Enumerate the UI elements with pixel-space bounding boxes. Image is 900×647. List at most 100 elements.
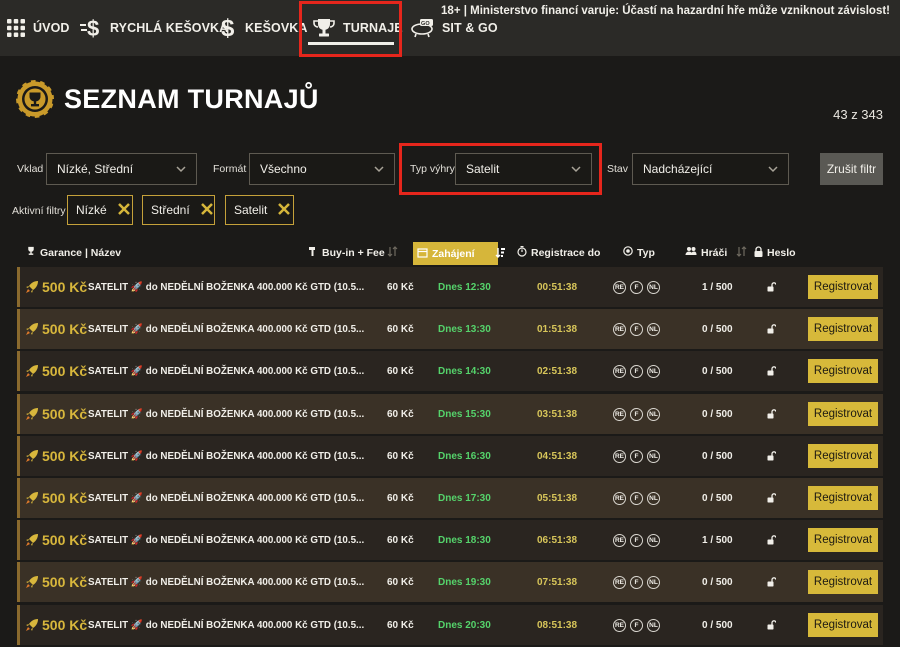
- guarantee-amount: 500 Kč: [42, 279, 88, 295]
- filter-chip-satelit[interactable]: Satelit: [225, 195, 294, 225]
- badge-nl-icon: NL: [647, 491, 660, 505]
- column-header-type[interactable]: Typ: [623, 246, 655, 259]
- guarantee-amount: 500 Kč: [42, 490, 88, 506]
- trophy-icon: [26, 246, 36, 259]
- rocket-icon: [25, 351, 39, 391]
- format-select[interactable]: Všechno: [249, 153, 395, 185]
- register-button[interactable]: Registrovat: [808, 444, 878, 468]
- table-row[interactable]: 500 Kč SATELIT 🚀 do NEDĚLNÍ BOŽENKA 400.…: [17, 478, 883, 518]
- filter-label-state: Stav: [607, 163, 629, 175]
- deposit-select[interactable]: Nízké, Střední: [46, 153, 197, 185]
- buyin-value: 60 Kč: [387, 576, 414, 588]
- column-header-label: Garance | Název: [40, 246, 122, 259]
- tournament-name[interactable]: SATELIT 🚀 do NEDĚLNÍ BOŽENKA 400.000 Kč …: [88, 520, 364, 560]
- badge-re-icon: RE: [613, 407, 626, 421]
- users-icon: [685, 246, 697, 259]
- tournament-name[interactable]: SATELIT 🚀 do NEDĚLNÍ BOŽENKA 400.000 Kč …: [88, 562, 364, 602]
- badge-nl-icon: NL: [647, 618, 660, 632]
- row-accent: [17, 351, 20, 391]
- register-button[interactable]: Registrovat: [808, 486, 878, 510]
- column-header-password[interactable]: Heslo: [754, 246, 796, 260]
- tournament-name[interactable]: SATELIT 🚀 do NEDĚLNÍ BOŽENKA 400.000 Kč …: [88, 309, 364, 349]
- calendar-icon: [417, 247, 428, 261]
- tournament-name[interactable]: SATELIT 🚀 do NEDĚLNÍ BOŽENKA 400.000 Kč …: [88, 436, 364, 476]
- start-time: Dnes 18:30: [438, 534, 491, 546]
- row-accent: [17, 394, 20, 434]
- register-button[interactable]: Registrovat: [808, 402, 878, 426]
- unlock-icon: [767, 394, 776, 434]
- remove-icon[interactable]: [277, 202, 291, 219]
- register-button[interactable]: Registrovat: [808, 613, 878, 637]
- tournament-name[interactable]: SATELIT 🚀 do NEDĚLNÍ BOŽENKA 400.000 Kč …: [88, 267, 364, 307]
- table-row[interactable]: 500 Kč SATELIT 🚀 do NEDĚLNÍ BOŽENKA 400.…: [17, 562, 883, 602]
- clear-filter-button[interactable]: Zrušit filtr: [820, 153, 883, 185]
- column-header-registration[interactable]: Registrace do: [517, 246, 600, 260]
- unlock-icon: [767, 309, 776, 349]
- sort-icon[interactable]: [736, 246, 747, 257]
- nav-item-uvod[interactable]: ÚVOD: [7, 0, 70, 56]
- unlock-icon: [767, 605, 776, 645]
- badge-nl-icon: NL: [647, 322, 660, 336]
- remove-icon[interactable]: [117, 202, 131, 219]
- registration-countdown: 03:51:38: [537, 408, 578, 420]
- nav-label: KEŠOVKA: [245, 21, 308, 35]
- tournament-name[interactable]: SATELIT 🚀 do NEDĚLNÍ BOŽENKA 400.000 Kč …: [88, 478, 364, 518]
- row-accent: [17, 309, 20, 349]
- prize-type-select[interactable]: Satelit: [455, 153, 592, 185]
- players-count: 0 / 500: [702, 576, 733, 588]
- tournament-name[interactable]: SATELIT 🚀 do NEDĚLNÍ BOŽENKA 400.000 Kč …: [88, 351, 364, 391]
- table-row[interactable]: 500 Kč SATELIT 🚀 do NEDĚLNÍ BOŽENKA 400.…: [17, 436, 883, 476]
- badge-f-icon: F: [630, 618, 643, 632]
- column-header-label: Registrace do: [531, 247, 601, 259]
- top-navigation: ÚVOD $ RYCHLÁ KEŠOVKA $ KEŠOVKA TURNAJE …: [0, 0, 900, 56]
- register-button[interactable]: Registrovat: [808, 359, 878, 383]
- fast-dollar-icon: $: [80, 16, 102, 40]
- register-button[interactable]: Registrovat: [808, 275, 878, 299]
- registration-countdown: 08:51:38: [537, 619, 578, 631]
- column-header-buyin[interactable]: Buy-in + Fee: [308, 246, 385, 259]
- table-row[interactable]: 500 Kč SATELIT 🚀 do NEDĚLNÍ BOŽENKA 400.…: [17, 520, 883, 560]
- poker-chip-icon: [623, 246, 633, 259]
- nav-item-kesovka[interactable]: $ KEŠOVKA: [221, 0, 308, 56]
- state-select[interactable]: Nadcházející: [632, 153, 789, 185]
- table-row[interactable]: 500 Kč SATELIT 🚀 do NEDĚLNÍ BOŽENKA 400.…: [17, 605, 883, 645]
- row-accent: [17, 478, 20, 518]
- badge-f-icon: F: [630, 280, 643, 294]
- nav-item-rychla-kesovka[interactable]: $ RYCHLÁ KEŠOVKA: [80, 0, 228, 56]
- filter-chip-nizke[interactable]: Nízké: [67, 195, 133, 225]
- start-time: Dnes 12:30: [438, 281, 491, 293]
- table-row[interactable]: 500 Kč SATELIT 🚀 do NEDĚLNÍ BOŽENKA 400.…: [17, 309, 883, 349]
- filter-chip-stredni[interactable]: Střední: [142, 195, 215, 225]
- nav-item-turnaje[interactable]: TURNAJE: [313, 0, 403, 56]
- type-badges: RE F NL: [613, 267, 660, 307]
- row-accent: [17, 562, 20, 602]
- buyin-value: 60 Kč: [387, 281, 414, 293]
- badge-re-icon: RE: [613, 618, 626, 632]
- register-button[interactable]: Registrovat: [808, 570, 878, 594]
- column-header-name[interactable]: Garance | Název: [26, 246, 121, 259]
- remove-icon[interactable]: [200, 202, 214, 219]
- table-row[interactable]: 500 Kč SATELIT 🚀 do NEDĚLNÍ BOŽENKA 400.…: [17, 394, 883, 434]
- column-header-players[interactable]: Hráči: [685, 246, 727, 259]
- column-header-label: Buy-in + Fee: [322, 246, 385, 259]
- tournament-name[interactable]: SATELIT 🚀 do NEDĚLNÍ BOŽENKA 400.000 Kč …: [88, 605, 364, 645]
- type-badges: RE F NL: [613, 309, 660, 349]
- lock-icon: [754, 246, 763, 260]
- register-button[interactable]: Registrovat: [808, 528, 878, 552]
- sort-icon[interactable]: [387, 246, 398, 257]
- nav-label: ÚVOD: [33, 21, 70, 35]
- chip-label: Nízké: [76, 203, 107, 217]
- unlock-icon: [767, 562, 776, 602]
- badge-f-icon: F: [630, 575, 643, 589]
- players-count: 0 / 500: [702, 450, 733, 462]
- registration-countdown: 07:51:38: [537, 576, 578, 588]
- chip-label: Satelit: [234, 203, 268, 217]
- column-header-start[interactable]: Zahájení: [413, 242, 505, 265]
- register-button[interactable]: Registrovat: [808, 317, 878, 341]
- buyin-value: 60 Kč: [387, 365, 414, 377]
- tournament-name[interactable]: SATELIT 🚀 do NEDĚLNÍ BOŽENKA 400.000 Kč …: [88, 394, 364, 434]
- row-accent: [17, 267, 20, 307]
- table-row[interactable]: 500 Kč SATELIT 🚀 do NEDĚLNÍ BOŽENKA 400.…: [17, 351, 883, 391]
- rocket-icon: [25, 309, 39, 349]
- table-row[interactable]: 500 Kč SATELIT 🚀 do NEDĚLNÍ BOŽENKA 400.…: [17, 267, 883, 307]
